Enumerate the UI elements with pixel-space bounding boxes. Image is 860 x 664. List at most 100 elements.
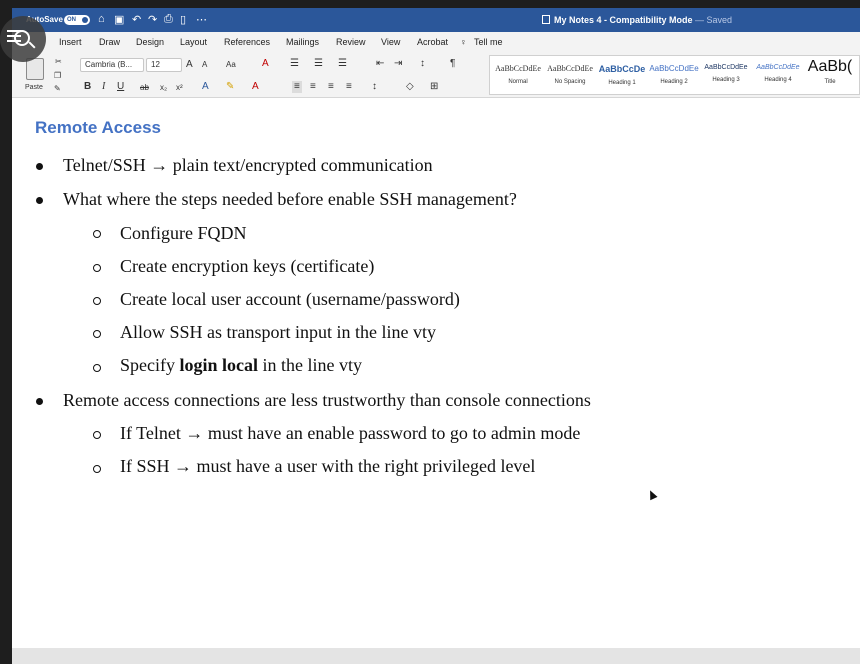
bullet-dot	[36, 398, 43, 405]
style-no-spacing[interactable]: AaBbCcDdEe No Spacing	[544, 56, 596, 94]
search-icon	[14, 30, 30, 46]
search-overlay-button[interactable]	[0, 16, 46, 62]
mouse-cursor-icon	[646, 488, 658, 501]
sub-bullet-2: Create encryption keys (certificate)	[120, 256, 375, 276]
shading-icon[interactable]: ◇	[406, 81, 414, 93]
tab-review[interactable]: Review	[336, 37, 366, 47]
style-name: Heading 4	[764, 77, 792, 83]
shrink-font-icon[interactable]: A	[202, 59, 207, 71]
highlight-icon[interactable]: ✎	[226, 81, 234, 93]
align-center-icon[interactable]: ≡	[310, 81, 316, 93]
arrow-icon: →	[174, 456, 193, 476]
tab-mailings[interactable]: Mailings	[286, 37, 319, 47]
style-preview: AaBb(	[807, 58, 853, 75]
sub-bullet-circle	[93, 230, 101, 238]
align-left-icon[interactable]: ≡	[292, 81, 302, 93]
save-status: — Saved	[695, 15, 733, 25]
bullet-1: Telnet/SSH → plain text/encrypted commun…	[63, 155, 433, 176]
tab-view[interactable]: View	[381, 37, 400, 47]
style-name: No Spacing	[554, 79, 586, 85]
ribbon-home: Paste ✂ ❐ ✎ Cambria (B... 12 A A Aa A B …	[12, 52, 860, 98]
sub-bullet-6-text-after: must have an enable password to go to ad…	[207, 423, 581, 443]
line-spacing-icon[interactable]: ↕	[372, 81, 377, 93]
style-heading-1[interactable]: AaBbCcDe Heading 1	[596, 56, 648, 94]
style-preview: AaBbCcDdEe	[495, 64, 541, 73]
document-page[interactable]: Remote Access Telnet/SSH → plain text/en…	[12, 98, 860, 648]
style-name: Heading 2	[660, 79, 688, 85]
save-icon[interactable]: ▣	[114, 13, 124, 26]
bullet-1-text-after: plain text/encrypted communication	[172, 155, 433, 175]
show-marks-icon[interactable]: ¶	[450, 58, 455, 70]
font-size-select[interactable]: 12	[146, 58, 182, 72]
tab-design[interactable]: Design	[136, 37, 164, 47]
strikethrough-button[interactable]: ab	[140, 82, 149, 94]
decrease-indent-icon[interactable]: ⇤	[376, 58, 384, 70]
align-right-icon[interactable]: ≡	[328, 81, 334, 93]
sub-bullet-circle	[93, 364, 101, 372]
style-title[interactable]: AaBb( Title	[804, 56, 856, 94]
autosave-toggle[interactable]: ON	[64, 15, 90, 25]
grow-font-icon[interactable]: A	[186, 59, 193, 71]
arrow-icon: →	[185, 423, 204, 443]
format-painter-icon[interactable]: ✎	[54, 83, 61, 95]
print-icon[interactable]: ⎙	[164, 13, 173, 26]
multilevel-list-icon[interactable]: ☰	[338, 58, 347, 70]
sub-bullet-3: Create local user account (username/pass…	[120, 289, 460, 309]
bold-button[interactable]: B	[84, 81, 91, 93]
sub-bullet-5-text: Specify	[120, 355, 180, 375]
clipboard-icon	[26, 58, 44, 80]
bullet-1-text: Telnet/SSH	[63, 155, 146, 175]
copy-icon[interactable]: ❐	[54, 70, 61, 82]
style-preview: AaBbCcDdEe	[547, 64, 593, 73]
subscript-button[interactable]: x₂	[160, 82, 167, 94]
style-name: Title	[824, 79, 836, 85]
bullet-dot	[36, 197, 43, 204]
tab-acrobat[interactable]: Acrobat	[417, 37, 448, 47]
style-name: Heading 1	[608, 80, 636, 86]
font-name-select[interactable]: Cambria (B...	[80, 58, 144, 72]
new-document-icon[interactable]: ▯	[180, 13, 186, 26]
underline-button[interactable]: U	[117, 81, 124, 93]
clear-formatting-icon[interactable]: A	[262, 58, 269, 70]
sub-bullet-6: If Telnet → must have an enable password…	[120, 423, 580, 444]
superscript-button[interactable]: x²	[176, 82, 183, 94]
tab-insert[interactable]: Insert	[59, 37, 82, 47]
sub-bullet-circle	[93, 465, 101, 473]
tab-draw[interactable]: Draw	[99, 37, 120, 47]
more-icon[interactable]: ⋯	[196, 13, 207, 26]
search-icon-handle	[28, 41, 36, 49]
tab-references[interactable]: References	[224, 37, 270, 47]
numbering-icon[interactable]: ☰	[314, 58, 323, 70]
tab-tell-me[interactable]: Tell me	[474, 37, 503, 47]
status-bar	[12, 648, 860, 664]
sub-bullet-7-text: If SSH	[120, 456, 170, 476]
redo-icon[interactable]: ↷	[148, 13, 157, 26]
undo-icon[interactable]: ↶	[132, 13, 141, 26]
borders-icon[interactable]: ⊞	[430, 81, 438, 93]
style-heading-2[interactable]: AaBbCcDdEe Heading 2	[648, 56, 700, 94]
change-case-icon[interactable]: Aa	[226, 59, 236, 71]
bullets-icon[interactable]: ☰	[290, 58, 299, 70]
justify-icon[interactable]: ≡	[346, 81, 352, 93]
style-heading-4[interactable]: AaBbCcDdEe Heading 4	[752, 56, 804, 94]
style-preview: AaBbCcDdEe	[704, 64, 748, 71]
sub-bullet-6-text: If Telnet	[120, 423, 181, 443]
cut-icon[interactable]: ✂	[55, 56, 62, 68]
style-heading-3[interactable]: AaBbCcDdEe Heading 3	[700, 56, 752, 94]
tab-layout[interactable]: Layout	[180, 37, 207, 47]
increase-indent-icon[interactable]: ⇥	[394, 58, 402, 70]
sub-bullet-1: Configure FQDN	[120, 223, 247, 243]
bullet-dot	[36, 163, 43, 170]
text-effects-icon[interactable]: A	[202, 81, 209, 93]
bullet-2: What where the steps needed before enabl…	[63, 189, 517, 209]
font-color-icon[interactable]: A	[252, 81, 259, 93]
tell-me-icon[interactable]: ♀	[460, 37, 467, 47]
style-name: Heading 3	[712, 77, 740, 83]
sort-icon[interactable]: ↕	[420, 58, 425, 70]
home-icon[interactable]: ⌂	[98, 13, 105, 25]
italic-button[interactable]: I	[102, 81, 105, 93]
style-preview: AaBbCcDdEe	[649, 64, 699, 73]
sub-bullet-7-text-after: must have a user with the right privileg…	[196, 456, 536, 476]
sub-bullet-7: If SSH → must have a user with the right…	[120, 456, 535, 477]
style-normal[interactable]: AaBbCcDdEe Normal	[492, 56, 544, 94]
